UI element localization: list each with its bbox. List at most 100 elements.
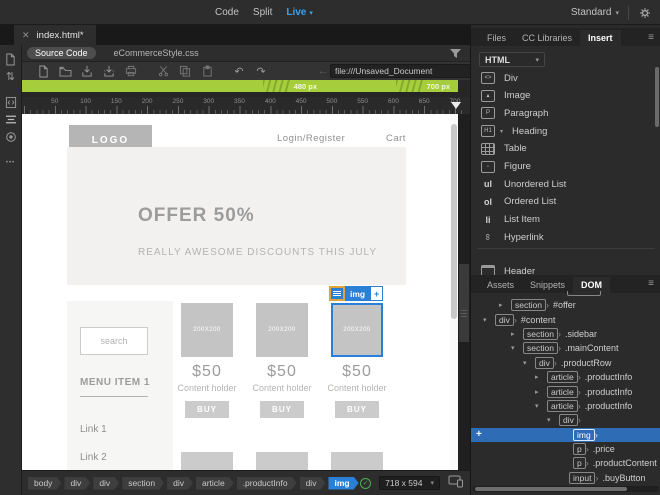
toggles-icon[interactable]: ⇅ (3, 69, 19, 84)
insert-category-dropdown[interactable]: HTML ▾ (479, 52, 545, 67)
chevron-expanded-icon[interactable]: ▾ (535, 402, 539, 410)
workspace-switcher[interactable]: Standard ▾ (571, 7, 619, 18)
more-icon[interactable]: ••• (3, 155, 19, 170)
print-icon[interactable] (122, 64, 140, 78)
url-field[interactable]: file:///Unsaved_Document ▾ (330, 64, 482, 78)
product-image[interactable]: 200X200 (256, 303, 308, 357)
panel-menu-icon[interactable]: ≡ (648, 32, 654, 43)
sidebar-link[interactable]: Link 1 (80, 424, 107, 435)
sidebar-link[interactable]: Link 2 (80, 452, 107, 463)
buy-button[interactable]: BUY (185, 401, 229, 418)
save-in-icon[interactable] (78, 64, 96, 78)
dom-row-content[interactable]: ▾ div › #content (471, 312, 660, 326)
cut-icon[interactable] (154, 64, 172, 78)
insert-item-ordered-list[interactable]: ol Ordered List (481, 194, 651, 210)
copy-icon[interactable] (176, 64, 194, 78)
insert-item-heading[interactable]: H1 ▾ Heading (481, 123, 651, 139)
dom-row-productInfo[interactable]: ▾ article › .productInfo (471, 399, 660, 413)
chevron-collapsed-icon[interactable]: ▸ (535, 373, 539, 381)
open-icon[interactable] (56, 64, 74, 78)
media-query-segment[interactable]: 480 px (257, 80, 317, 92)
inspect-icon[interactable] (3, 129, 19, 144)
dom-row-price[interactable]: p › .price (471, 442, 660, 456)
tag-selector-div[interactable]: div (64, 477, 90, 490)
tag-selector-div[interactable]: div (167, 477, 193, 490)
product-image[interactable] (331, 452, 383, 470)
device-preview-icon[interactable] (448, 474, 464, 493)
undo-icon[interactable]: ↶ (230, 64, 248, 78)
login-register-link[interactable]: Login/Register (277, 133, 345, 144)
tag-selector-div[interactable]: div (93, 477, 119, 490)
tag-selector-div[interactable]: div (300, 477, 326, 490)
tag-selector-body[interactable]: body (28, 477, 61, 490)
panel-menu-icon[interactable]: ≡ (648, 278, 654, 289)
dom-scrollbar[interactable] (473, 486, 659, 492)
window-size-dropdown[interactable]: 718 x 594 ▾ (379, 476, 440, 490)
tab-files[interactable]: Files (479, 30, 514, 46)
add-element-icon[interactable]: + (370, 286, 384, 301)
insert-item-hyperlink[interactable]: ∞ Hyperlink (481, 229, 651, 245)
related-file-ecommercestyle-css[interactable]: eCommerceStyle.css (106, 47, 207, 59)
dom-row-productInfo[interactable]: ▸ article › .productInfo (471, 384, 660, 398)
scrollbar-thumb[interactable] (475, 487, 627, 491)
tab-cc-libraries[interactable]: CC Libraries (514, 30, 580, 46)
view-mode-live[interactable]: Live ▾ (286, 7, 313, 18)
dom-row-buyButton[interactable]: input › .buyButton (471, 471, 660, 485)
chevron-collapsed-icon[interactable]: ▸ (499, 301, 503, 309)
media-query-segment[interactable]: 700 px (390, 80, 450, 92)
related-file-source-code[interactable]: Source Code (27, 47, 96, 59)
dom-row-productContent[interactable]: p › .productContent (471, 456, 660, 470)
close-icon[interactable]: ✕ (22, 30, 30, 41)
product-image[interactable]: 200X200 (181, 303, 233, 357)
dom-row-sidebar[interactable]: ▸ section › .sidebar (471, 327, 660, 341)
tag-selector-productInfo[interactable]: .productInfo (237, 477, 297, 490)
document-tab[interactable]: ✕ index.html* (14, 25, 96, 45)
buy-button[interactable]: BUY (335, 401, 379, 418)
insert-item-figure[interactable]: ▫ Figure (481, 159, 651, 175)
dom-row[interactable]: ▾ div › (471, 413, 660, 427)
element-menu-icon[interactable] (329, 286, 345, 301)
add-element-icon[interactable]: + (476, 429, 482, 440)
tag-selector-section[interactable]: section (122, 477, 164, 490)
insert-item-table[interactable]: Table (481, 141, 651, 157)
tag-selector-img[interactable]: img (328, 477, 358, 490)
tag-selector-article[interactable]: article (196, 477, 234, 490)
buy-button[interactable]: BUY (260, 401, 304, 418)
tab-insert[interactable]: Insert (580, 30, 621, 46)
file-icon[interactable] (3, 52, 19, 67)
extract-icon[interactable] (3, 112, 19, 127)
product-image[interactable]: 200X200 (331, 303, 383, 357)
insert-item-div[interactable]: <> Div (481, 70, 651, 86)
paste-icon[interactable] (198, 64, 216, 78)
code-view-icon[interactable] (3, 95, 19, 110)
insert-item-image[interactable]: ▴ Image (481, 88, 651, 104)
insert-item-paragraph[interactable]: P Paragraph (481, 105, 651, 121)
chevron-collapsed-icon[interactable]: ▸ (511, 330, 515, 338)
dom-row-offer[interactable]: ▸ section › #offer (471, 298, 660, 312)
insert-item-unordered-list[interactable]: ul Unordered List (481, 176, 651, 192)
redo-icon[interactable]: ↷ (252, 64, 270, 78)
product-image[interactable] (181, 452, 233, 470)
save-all-icon[interactable] (100, 64, 118, 78)
chevron-expanded-icon[interactable]: ▾ (483, 316, 487, 324)
chevron-expanded-icon[interactable]: ▾ (523, 359, 527, 367)
new-file-icon[interactable] (34, 64, 52, 78)
cart-link[interactable]: Cart (386, 133, 406, 144)
scrollbar-thumb[interactable] (451, 124, 457, 319)
dom-row-productRow[interactable]: ▾ div › .productRow (471, 356, 660, 370)
insert-item-list-item[interactable]: li List Item (481, 212, 651, 228)
panel-splitter-handle[interactable] (459, 264, 469, 342)
dom-row-productInfo[interactable]: ▸ article › .productInfo (471, 370, 660, 384)
chevron-expanded-icon[interactable]: ▾ (547, 416, 551, 424)
dom-row[interactable]: + img › (471, 427, 660, 442)
view-mode-split[interactable]: Split (253, 7, 272, 18)
insert-scrollbar-thumb[interactable] (655, 67, 659, 127)
search-input[interactable] (80, 327, 148, 355)
dom-row-mainContent[interactable]: ▾ section › .mainContent (471, 341, 660, 355)
view-mode-code[interactable]: Code (215, 7, 239, 18)
chevron-expanded-icon[interactable]: ▾ (511, 344, 515, 352)
sync-settings-icon[interactable] (638, 6, 652, 20)
chevron-collapsed-icon[interactable]: ▸ (535, 388, 539, 396)
product-image[interactable] (256, 452, 308, 470)
chevron-down-icon[interactable]: ▾ (500, 128, 503, 135)
